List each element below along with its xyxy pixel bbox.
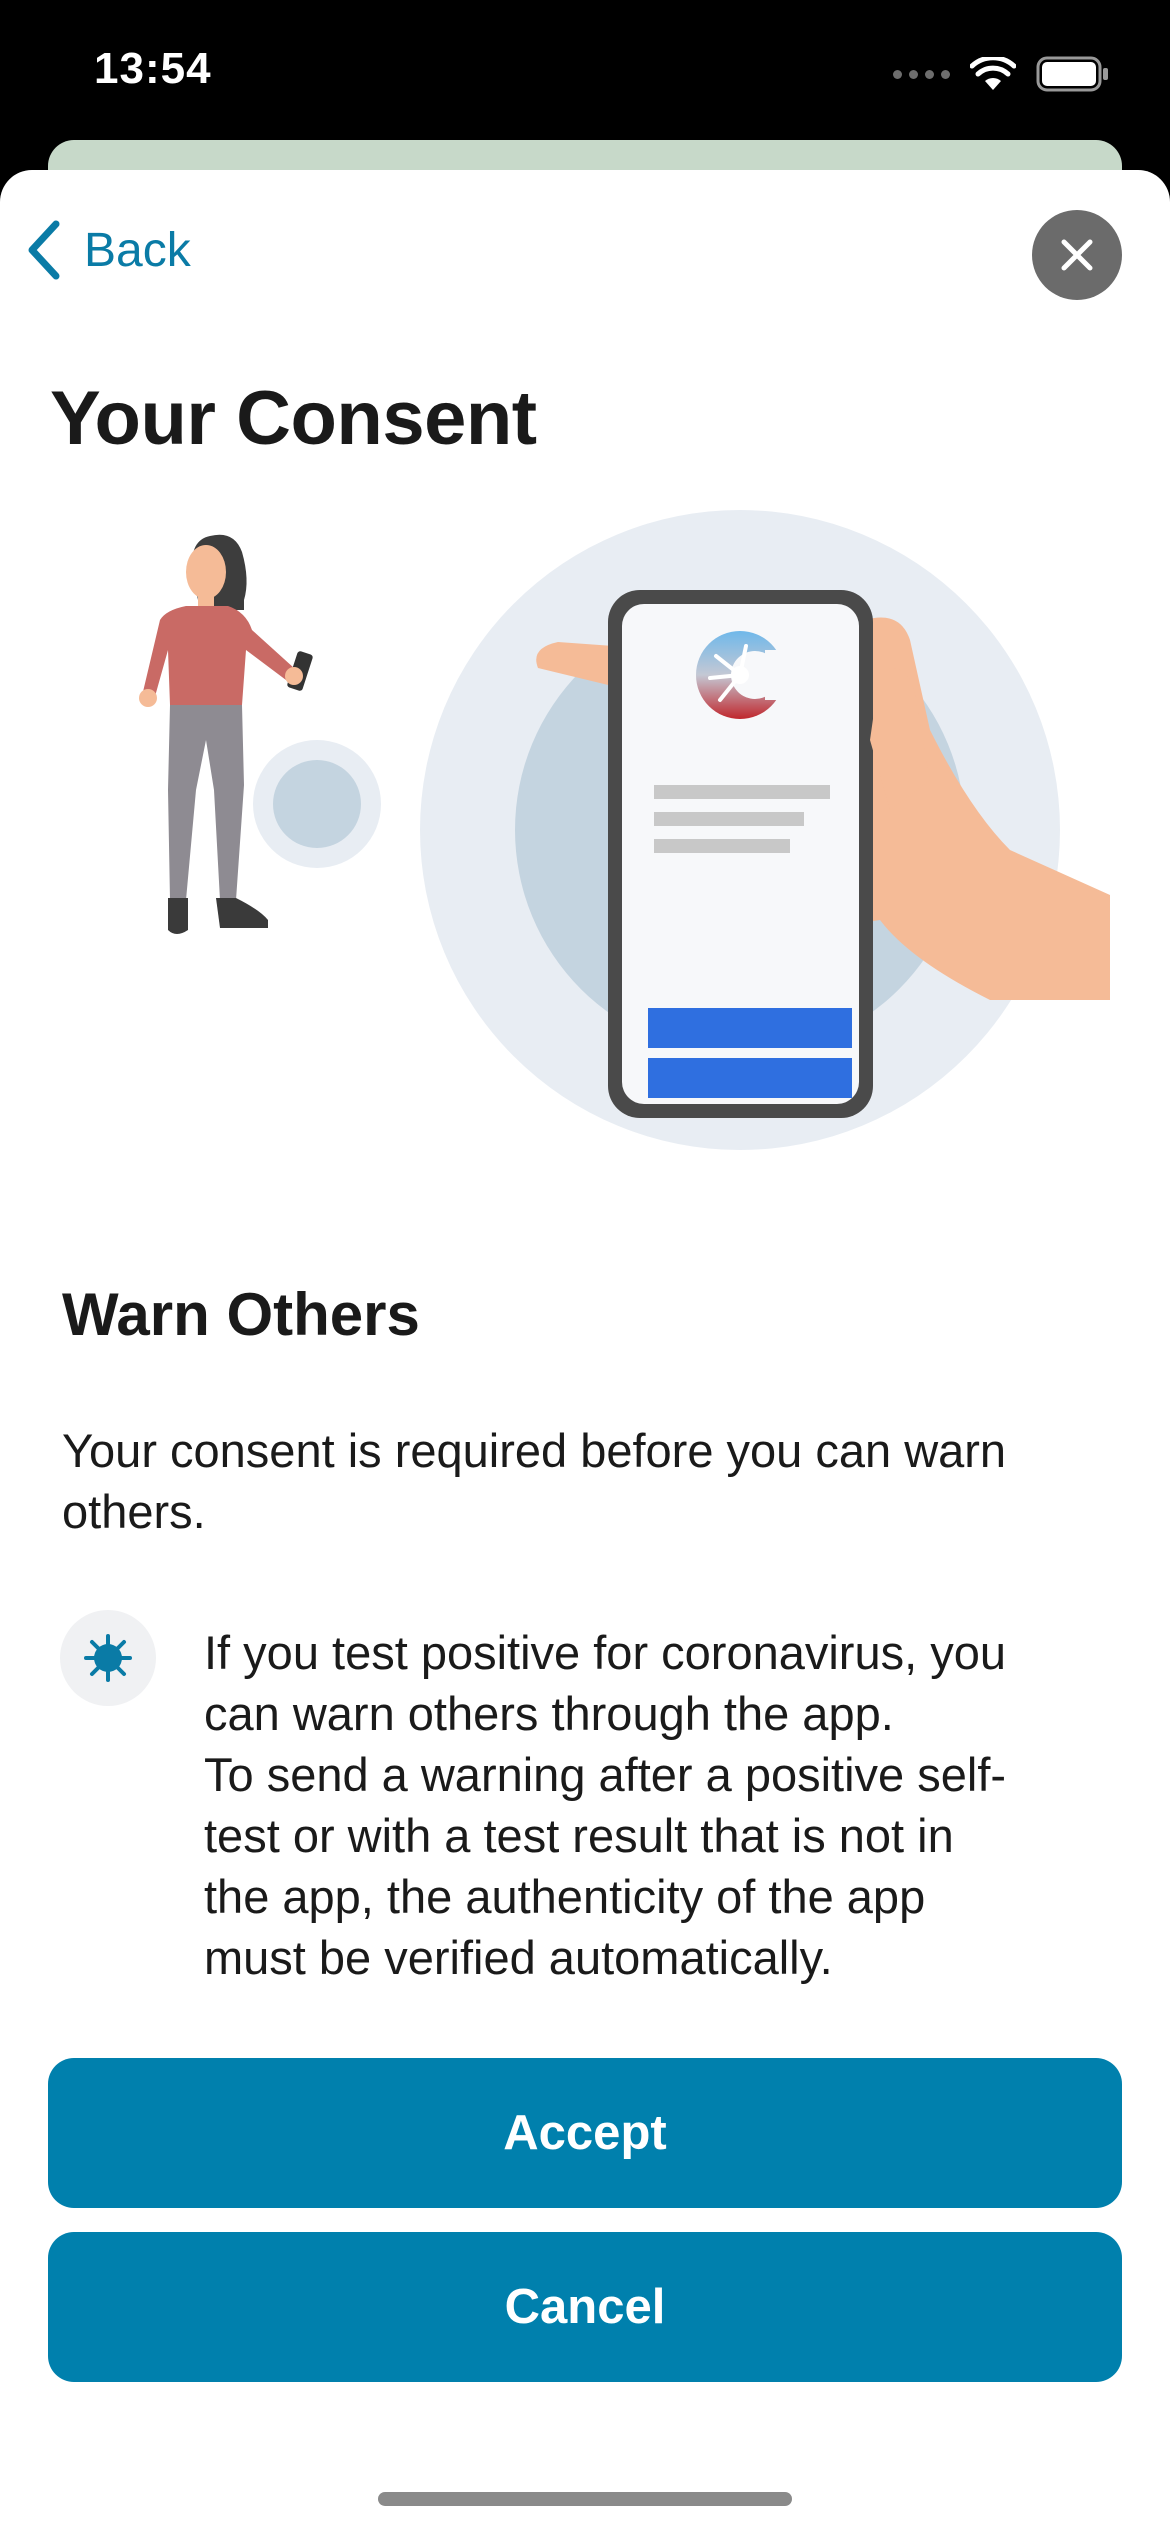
info-line: can warn others through the app.	[204, 1687, 894, 1740]
back-button[interactable]: Back	[26, 220, 191, 280]
virus-icon-badge	[60, 1610, 156, 1706]
status-bar: 13:54	[0, 0, 1170, 150]
status-time: 13:54	[94, 44, 212, 93]
info-line: the app, the authenticity of the app	[204, 1870, 926, 1923]
info-text: If you test positive for coronavirus, yo…	[204, 1622, 1154, 1988]
home-indicator	[378, 2492, 792, 2506]
phone-mockup	[608, 590, 873, 1118]
consent-illustration	[139, 510, 1110, 1150]
page-title: Your Consent	[50, 376, 537, 461]
virus-icon	[84, 1634, 132, 1682]
person-figure	[139, 534, 313, 934]
section-title: Warn Others	[62, 1281, 420, 1348]
battery-icon	[1036, 56, 1108, 92]
small-inner-circle	[273, 760, 361, 848]
intro-text: Your consent is required before you can …	[62, 1424, 1007, 1538]
status-icons	[893, 54, 1110, 94]
info-line: must be verified automatically.	[204, 1931, 833, 1984]
accept-button[interactable]: Accept	[48, 2058, 1122, 2208]
signal-dots-icon	[893, 69, 950, 79]
close-button[interactable]	[1032, 210, 1122, 300]
wifi-icon	[970, 57, 1016, 90]
info-line: If you test positive for coronavirus, yo…	[204, 1626, 1006, 1679]
info-line: test or with a test result that is not i…	[204, 1809, 954, 1862]
consent-sheet: Back Your Consent Warn Others Your conse…	[0, 170, 1170, 2532]
close-icon	[1061, 239, 1093, 271]
info-line: To send a warning after a positive self-	[204, 1748, 1007, 1801]
back-chevron-icon	[28, 220, 60, 280]
cancel-button[interactable]: Cancel	[48, 2232, 1122, 2382]
back-label: Back	[84, 223, 191, 277]
